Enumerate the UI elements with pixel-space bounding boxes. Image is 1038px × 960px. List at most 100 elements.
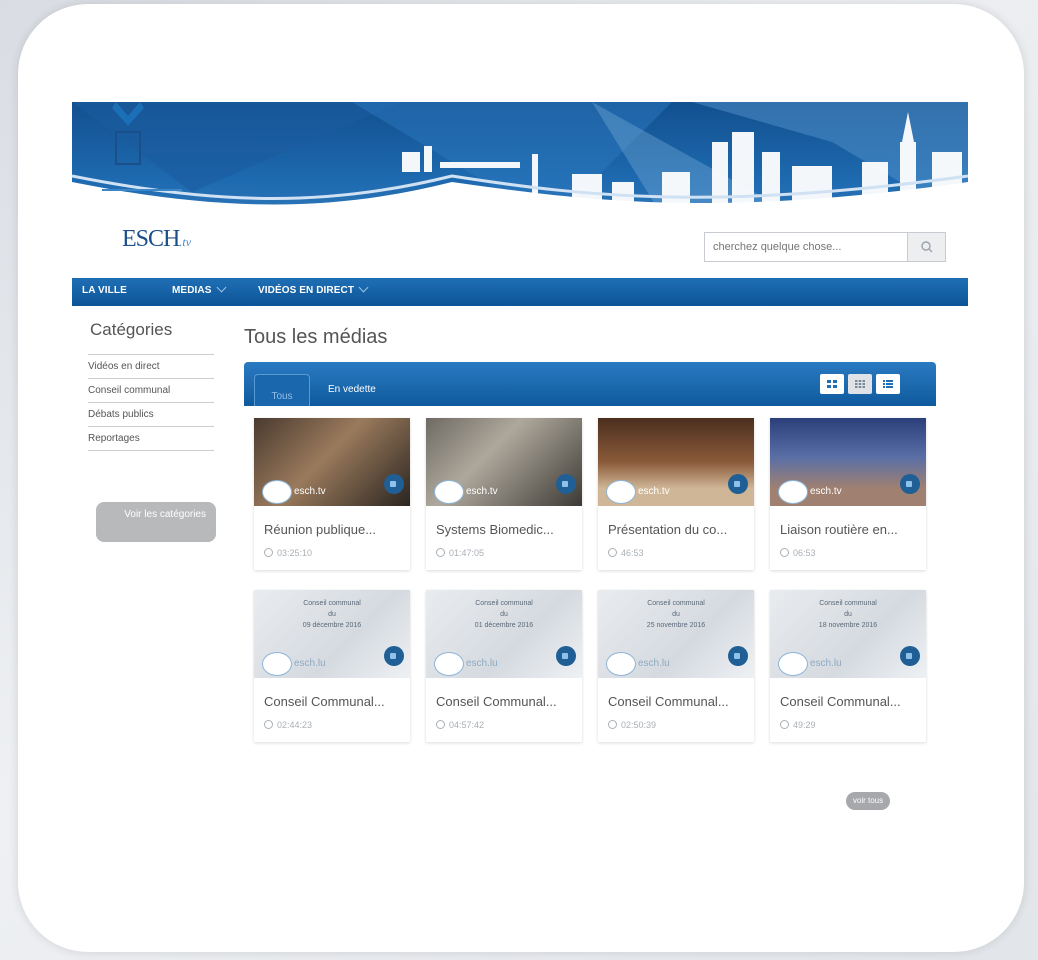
thumbnail-caption: Conseil communal du 18 novembre 2016 <box>818 600 878 629</box>
media-card[interactable]: esch.tv Réunion publique... 03:25:10 <box>254 418 410 570</box>
esch-badge-icon <box>262 480 292 504</box>
grid-large-icon <box>827 380 837 388</box>
video-camera-icon <box>384 474 404 494</box>
search-icon <box>921 241 933 253</box>
clock-icon <box>608 720 617 729</box>
search-button[interactable] <box>907 233 945 261</box>
nav-item-videos-en-direct[interactable]: VIDÉOS EN DIRECT <box>258 282 369 296</box>
media-title: Présentation du co... <box>608 522 728 537</box>
video-camera-icon <box>728 646 748 666</box>
view-grid-small-button[interactable] <box>848 374 872 394</box>
media-duration: 03:25:10 <box>264 548 312 558</box>
grid-small-icon <box>855 380 865 388</box>
media-duration: 02:44:23 <box>264 720 312 730</box>
video-thumbnail: esch.tv <box>770 418 926 506</box>
media-card[interactable]: Conseil communal du 18 novembre 2016 esch.… <box>770 590 926 742</box>
sidebar-item-conseil-communal[interactable]: Conseil communal <box>88 378 214 402</box>
thumbnail-brand: esch.tv <box>294 486 326 497</box>
main-nav: LA VILLE MEDIAS VIDÉOS EN DIRECT <box>72 278 968 306</box>
media-duration: 02:50:39 <box>608 720 656 730</box>
view-grid-large-button[interactable] <box>820 374 844 394</box>
page-title: Tous les médias <box>244 326 388 348</box>
media-title: Conseil Communal... <box>264 694 385 709</box>
sidebar-item-reportages[interactable]: Reportages <box>88 426 214 450</box>
clock-icon <box>264 548 273 557</box>
esch-badge-icon <box>606 652 636 676</box>
esch-badge-icon <box>778 652 808 676</box>
media-duration: 01:47:05 <box>436 548 484 558</box>
header-banner: ESCH.tv <box>72 102 968 278</box>
site: ESCH.tv LA VILLE MEDIAS VIDÉOS EN DIRECT… <box>72 102 968 810</box>
media-duration: 46:53 <box>608 548 644 558</box>
video-thumbnail: esch.tv <box>426 418 582 506</box>
sidebar-item-debats-publics[interactable]: Débats publics <box>88 402 214 426</box>
video-thumbnail: Conseil communal du 09 décembre 2016 esch.… <box>254 590 410 678</box>
thumbnail-brand: esch.lu <box>294 658 326 669</box>
thumbnail-caption: Conseil communal du 01 décembre 2016 <box>474 600 534 629</box>
video-thumbnail: esch.tv <box>598 418 754 506</box>
search-input[interactable] <box>705 233 921 261</box>
thumbnail-brand: esch.tv <box>638 486 670 497</box>
tab-tous[interactable]: Tous <box>254 374 310 406</box>
video-camera-icon <box>900 646 920 666</box>
clock-icon <box>436 548 445 557</box>
media-card[interactable]: Conseil communal du 09 décembre 2016 esch.… <box>254 590 410 742</box>
sidebar-title: Catégories <box>90 320 173 339</box>
clock-icon <box>436 720 445 729</box>
list-icon <box>883 380 893 388</box>
thumbnail-caption: Conseil communal du 09 décembre 2016 <box>302 600 362 629</box>
clock-icon <box>780 720 789 729</box>
video-camera-icon <box>900 474 920 494</box>
sidebar-item-videos-en-direct[interactable]: Vidéos en direct <box>88 354 214 378</box>
tab-en-vedette[interactable]: En vedette <box>328 384 376 395</box>
media-title: Conseil Communal... <box>608 694 729 709</box>
logo-text: ESCH.tv <box>122 226 192 252</box>
media-card[interactable]: Conseil communal du 01 décembre 2016 esch.… <box>426 590 582 742</box>
sidebar-divider <box>88 450 214 451</box>
esch-badge-icon <box>434 652 464 676</box>
chevron-down-icon <box>216 282 226 293</box>
nav-item-la-ville[interactable]: LA VILLE <box>82 285 127 296</box>
media-title: Réunion publique... <box>264 522 377 537</box>
video-camera-icon <box>556 474 576 494</box>
esch-logo-icon <box>102 102 182 191</box>
video-camera-icon <box>556 646 576 666</box>
clock-icon <box>264 720 273 729</box>
video-thumbnail: Conseil communal du 01 décembre 2016 esch.… <box>426 590 582 678</box>
thumbnail-brand: esch.lu <box>638 658 670 669</box>
thumbnail-caption: Conseil communal du 25 novembre 2016 <box>646 600 706 629</box>
media-title: Liaison routière en... <box>780 522 898 537</box>
see-categories-button[interactable]: Voir les catégories <box>96 502 216 542</box>
video-thumbnail: Conseil communal du 18 novembre 2016 esch.… <box>770 590 926 678</box>
video-camera-icon <box>384 646 404 666</box>
esch-badge-icon <box>434 480 464 504</box>
esch-badge-icon <box>262 652 292 676</box>
see-all-button[interactable]: voir tous <box>846 792 890 810</box>
clock-icon <box>608 548 617 557</box>
media-tabbar: Tous En vedette <box>244 362 936 406</box>
media-duration: 04:57:42 <box>436 720 484 730</box>
media-title: Conseil Communal... <box>780 694 901 709</box>
media-card[interactable]: esch.tv Systems Biomedic... 01:47:05 <box>426 418 582 570</box>
media-title: Systems Biomedic... <box>436 522 554 537</box>
chevron-down-icon <box>358 282 369 293</box>
esch-badge-icon <box>606 480 636 504</box>
clock-icon <box>780 548 789 557</box>
media-title: Conseil Communal... <box>436 694 557 709</box>
thumbnail-brand: esch.lu <box>810 658 842 669</box>
media-duration: 49:29 <box>780 720 816 730</box>
esch-badge-icon <box>778 480 808 504</box>
search-box <box>704 232 946 262</box>
video-thumbnail: Conseil communal du 25 novembre 2016 esch.… <box>598 590 754 678</box>
media-card[interactable]: Conseil communal du 25 novembre 2016 esch.… <box>598 590 754 742</box>
video-camera-icon <box>728 474 748 494</box>
view-list-button[interactable] <box>876 374 900 394</box>
nav-item-medias[interactable]: MEDIAS <box>172 282 226 296</box>
thumbnail-brand: esch.lu <box>466 658 498 669</box>
video-thumbnail: esch.tv <box>254 418 410 506</box>
thumbnail-brand: esch.tv <box>466 486 498 497</box>
media-card[interactable]: esch.tv Présentation du co... 46:53 <box>598 418 754 570</box>
thumbnail-brand: esch.tv <box>810 486 842 497</box>
media-duration: 06:53 <box>780 548 816 558</box>
media-card[interactable]: esch.tv Liaison routière en... 06:53 <box>770 418 926 570</box>
